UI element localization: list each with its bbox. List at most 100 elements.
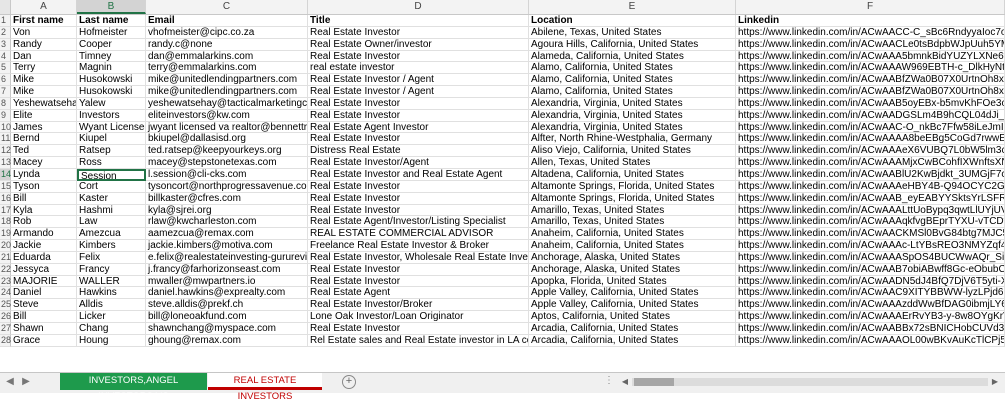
last-name-cell[interactable]: Yalew <box>77 97 146 110</box>
email-cell[interactable]: tysoncort@northprogressavenue.com <box>146 180 308 193</box>
scroll-left-icon[interactable]: ◀ <box>620 376 630 388</box>
location-cell[interactable]: Allen, Texas, United States <box>529 157 736 169</box>
title-cell[interactable]: Real Estate Investor <box>308 109 529 122</box>
linkedin-cell[interactable]: https://www.linkedin.com/in/ACwAAB7obiAB… <box>736 263 1005 276</box>
email-cell[interactable]: bkiupel@dallasisd.org <box>146 133 308 146</box>
last-name-cell[interactable]: Cooper <box>77 38 146 51</box>
title-cell[interactable]: Real Estate Investor/Broker <box>308 299 529 312</box>
last-name-cell[interactable]: Session <box>77 168 146 181</box>
first-name-cell[interactable]: Jackie <box>11 240 77 252</box>
prev-sheet-icon[interactable]: ◀ <box>4 376 16 387</box>
email-cell[interactable]: eliteinvestors@kw.com <box>146 109 308 122</box>
location-cell[interactable]: Alexandria, Virginia, United States <box>529 121 736 134</box>
last-name-cell[interactable]: Last name <box>77 15 146 27</box>
title-cell[interactable]: Real Estate Investor <box>308 50 529 63</box>
location-cell[interactable]: Alexandria, Virginia, United States <box>529 97 736 110</box>
email-cell[interactable]: yeshewatsehay@tacticalmarketingco.com <box>146 97 308 110</box>
row-number[interactable]: 6 <box>0 74 11 87</box>
title-cell[interactable]: Real Estate Investor <box>308 192 529 205</box>
last-name-cell[interactable]: Chang <box>77 322 146 335</box>
row-number[interactable]: 7 <box>0 86 11 98</box>
linkedin-cell[interactable]: https://www.linkedin.com/in/ACwAAA5bmnkB… <box>736 50 1005 63</box>
email-cell[interactable]: j.francy@farhorizonseast.com <box>146 263 308 276</box>
location-cell[interactable]: Arcadia, California, United States <box>529 322 736 335</box>
first-name-cell[interactable]: Jessyca <box>11 263 77 276</box>
row-number[interactable]: 2 <box>0 26 11 39</box>
row-number[interactable]: 3 <box>0 38 11 51</box>
email-cell[interactable]: billkaster@cfres.com <box>146 192 308 205</box>
row-number[interactable]: 16 <box>0 192 11 205</box>
next-sheet-icon[interactable]: ▶ <box>20 376 32 387</box>
row-number[interactable]: 13 <box>0 157 11 169</box>
location-cell[interactable]: Arcadia, California, United States <box>529 334 736 347</box>
first-name-cell[interactable]: Kyla <box>11 204 77 217</box>
email-cell[interactable]: l.session@cli-cks.com <box>146 168 308 181</box>
linkedin-cell[interactable]: https://www.linkedin.com/in/ACwAACC-C_sB… <box>736 26 1005 39</box>
email-cell[interactable]: e.felix@realestateinvesting-gurureview. <box>146 251 308 264</box>
sheet-tab-real-estate-investors[interactable]: REAL ESTATE INVESTORS <box>208 373 322 402</box>
column-header-c[interactable]: C <box>146 0 308 14</box>
first-name-cell[interactable]: Elite <box>11 109 77 122</box>
row-number[interactable]: 26 <box>0 311 11 323</box>
title-cell[interactable]: Distress Real Estate <box>308 145 529 158</box>
title-cell[interactable]: real estate investor <box>308 62 529 75</box>
row-number[interactable]: 8 <box>0 97 11 110</box>
column-header-a[interactable]: A <box>11 0 77 14</box>
title-cell[interactable]: Real Estate Investor and Real Estate Age… <box>308 168 529 181</box>
location-cell[interactable]: Anchorage, Alaska, United States <box>529 263 736 276</box>
row-number[interactable]: 14 <box>0 168 11 181</box>
title-cell[interactable]: Real Estate Owner/investor <box>308 38 529 51</box>
email-cell[interactable]: bill@loneoakfund.com <box>146 311 308 323</box>
first-name-cell[interactable]: Eduarda <box>11 251 77 264</box>
title-cell[interactable]: Lone Oak Investor/Loan Originator <box>308 311 529 323</box>
first-name-cell[interactable]: MAJORIE <box>11 275 77 288</box>
title-cell[interactable]: Real Estate Investor <box>308 97 529 110</box>
linkedin-cell[interactable]: https://www.linkedin.com/in/ACwAACLe0tsB… <box>736 38 1005 51</box>
row-number[interactable]: 24 <box>0 287 11 300</box>
title-cell[interactable]: Real Estate Investor/Agent <box>308 157 529 169</box>
row-number[interactable]: 25 <box>0 299 11 312</box>
location-cell[interactable]: Anaheim, California, United States <box>529 228 736 241</box>
last-name-cell[interactable]: WALLER <box>77 275 146 288</box>
location-cell[interactable]: Alexandria, Virginia, United States <box>529 109 736 122</box>
linkedin-cell[interactable]: https://www.linkedin.com/in/ACwAABfZWa0B… <box>736 86 1005 98</box>
linkedin-cell[interactable]: https://www.linkedin.com/in/ACwAAAOL00wB… <box>736 334 1005 347</box>
row-number[interactable]: 4 <box>0 50 11 63</box>
location-cell[interactable]: Location <box>529 15 736 27</box>
last-name-cell[interactable]: Kaster <box>77 192 146 205</box>
title-cell[interactable]: Title <box>308 15 529 27</box>
title-cell[interactable]: Real Estate Investor <box>308 204 529 217</box>
scroll-track[interactable] <box>632 378 988 386</box>
first-name-cell[interactable]: Yeshewatsehay <box>11 97 77 110</box>
row-number[interactable]: 15 <box>0 180 11 193</box>
last-name-cell[interactable]: Kiupel <box>77 133 146 146</box>
email-cell[interactable]: mike@unitedlendingpartners.com <box>146 74 308 87</box>
location-cell[interactable]: Altadena, California, United States <box>529 168 736 181</box>
linkedin-cell[interactable]: https://www.linkedin.com/in/ACwAAAMjxCwB… <box>736 157 1005 169</box>
scroll-right-icon[interactable]: ▶ <box>990 376 1000 388</box>
first-name-cell[interactable]: Mike <box>11 74 77 87</box>
location-cell[interactable]: Anaheim, California, United States <box>529 240 736 252</box>
first-name-cell[interactable]: Dan <box>11 50 77 63</box>
row-number[interactable]: 12 <box>0 145 11 158</box>
location-cell[interactable]: Amarillo, Texas, United States <box>529 216 736 229</box>
row-number[interactable]: 20 <box>0 240 11 252</box>
first-name-cell[interactable]: Randy <box>11 38 77 51</box>
column-header-f[interactable]: F <box>736 0 1005 14</box>
row-number[interactable]: 17 <box>0 204 11 217</box>
linkedin-cell[interactable]: https://www.linkedin.com/in/ACwAADN5dJ4B… <box>736 275 1005 288</box>
email-cell[interactable]: macey@stepstonetexas.com <box>146 157 308 169</box>
last-name-cell[interactable]: Ratsep <box>77 145 146 158</box>
row-number[interactable]: 18 <box>0 216 11 229</box>
last-name-cell[interactable]: Hofmeister <box>77 26 146 39</box>
linkedin-cell[interactable]: https://www.linkedin.com/in/ACwAACKMSl0B… <box>736 228 1005 241</box>
email-cell[interactable]: jackie.kimbers@motiva.com <box>146 240 308 252</box>
last-name-cell[interactable]: Kimbers <box>77 240 146 252</box>
email-cell[interactable]: rlaw@kwcharleston.com <box>146 216 308 229</box>
title-cell[interactable]: Freelance Real Estate Investor & Broker <box>308 240 529 252</box>
title-cell[interactable]: Real Estate Investor / Agent <box>308 74 529 87</box>
title-cell[interactable]: Real Estate Investor <box>308 322 529 335</box>
location-cell[interactable]: Alfter, North Rhine-Westphalia, Germany <box>529 133 736 146</box>
linkedin-cell[interactable]: https://www.linkedin.com/in/ACwAAAErRvYB… <box>736 311 1005 323</box>
last-name-cell[interactable]: Alldis <box>77 299 146 312</box>
